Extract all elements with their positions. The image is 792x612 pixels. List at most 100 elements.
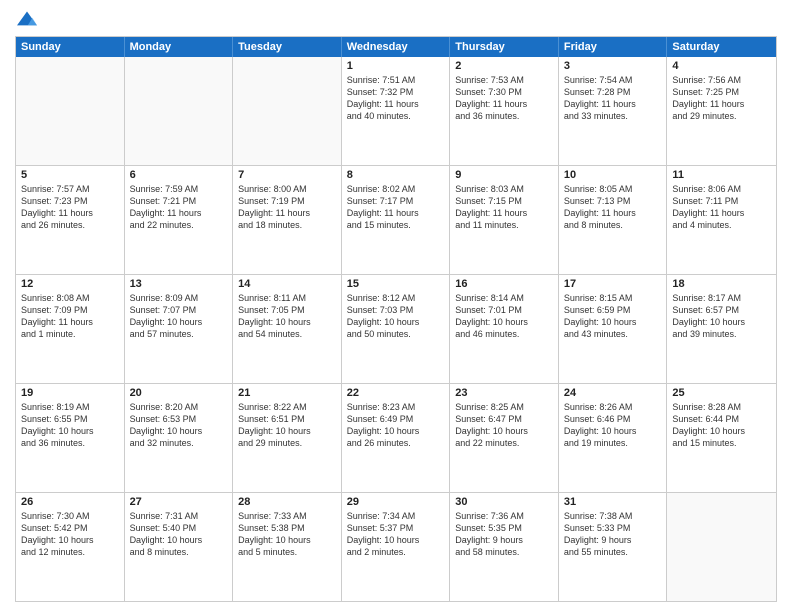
cal-cell-2-4: 16Sunrise: 8:14 AMSunset: 7:01 PMDayligh… bbox=[450, 275, 559, 383]
cell-line: Sunrise: 8:05 AM bbox=[564, 183, 662, 195]
cell-line: and 29 minutes. bbox=[238, 437, 336, 449]
cell-line: and 36 minutes. bbox=[21, 437, 119, 449]
cell-line: Sunrise: 7:31 AM bbox=[130, 510, 228, 522]
cell-line: and 32 minutes. bbox=[130, 437, 228, 449]
cell-line: and 40 minutes. bbox=[347, 110, 445, 122]
day-number: 10 bbox=[564, 169, 662, 181]
cell-line: Daylight: 10 hours bbox=[347, 534, 445, 546]
cell-line: Sunset: 5:38 PM bbox=[238, 522, 336, 534]
cell-line: Daylight: 11 hours bbox=[21, 316, 119, 328]
cell-line: Sunset: 6:55 PM bbox=[21, 413, 119, 425]
cell-line: and 29 minutes. bbox=[672, 110, 771, 122]
cal-cell-2-3: 15Sunrise: 8:12 AMSunset: 7:03 PMDayligh… bbox=[342, 275, 451, 383]
day-number: 9 bbox=[455, 169, 553, 181]
cell-line: Sunrise: 8:02 AM bbox=[347, 183, 445, 195]
header-day-monday: Monday bbox=[125, 37, 234, 57]
cal-cell-0-1 bbox=[125, 57, 234, 165]
day-number: 4 bbox=[672, 60, 771, 72]
calendar-row-4: 26Sunrise: 7:30 AMSunset: 5:42 PMDayligh… bbox=[16, 493, 776, 601]
cell-line: Daylight: 11 hours bbox=[347, 98, 445, 110]
calendar-row-2: 12Sunrise: 8:08 AMSunset: 7:09 PMDayligh… bbox=[16, 275, 776, 384]
cal-cell-4-5: 31Sunrise: 7:38 AMSunset: 5:33 PMDayligh… bbox=[559, 493, 668, 601]
cal-cell-1-2: 7Sunrise: 8:00 AMSunset: 7:19 PMDaylight… bbox=[233, 166, 342, 274]
cell-line: and 19 minutes. bbox=[564, 437, 662, 449]
cell-line: Sunrise: 7:53 AM bbox=[455, 74, 553, 86]
cal-cell-1-4: 9Sunrise: 8:03 AMSunset: 7:15 PMDaylight… bbox=[450, 166, 559, 274]
cell-line: Sunset: 5:37 PM bbox=[347, 522, 445, 534]
header-day-thursday: Thursday bbox=[450, 37, 559, 57]
cal-cell-2-1: 13Sunrise: 8:09 AMSunset: 7:07 PMDayligh… bbox=[125, 275, 234, 383]
cal-cell-4-3: 29Sunrise: 7:34 AMSunset: 5:37 PMDayligh… bbox=[342, 493, 451, 601]
cell-line: Daylight: 11 hours bbox=[21, 207, 119, 219]
cell-line: Sunrise: 8:06 AM bbox=[672, 183, 771, 195]
cell-line: Daylight: 9 hours bbox=[455, 534, 553, 546]
day-number: 22 bbox=[347, 387, 445, 399]
cal-cell-4-4: 30Sunrise: 7:36 AMSunset: 5:35 PMDayligh… bbox=[450, 493, 559, 601]
cell-line: and 26 minutes. bbox=[21, 219, 119, 231]
cal-cell-3-2: 21Sunrise: 8:22 AMSunset: 6:51 PMDayligh… bbox=[233, 384, 342, 492]
cell-line: Sunrise: 8:17 AM bbox=[672, 292, 771, 304]
day-number: 17 bbox=[564, 278, 662, 290]
cell-line: Sunset: 7:19 PM bbox=[238, 195, 336, 207]
day-number: 14 bbox=[238, 278, 336, 290]
cell-line: and 18 minutes. bbox=[238, 219, 336, 231]
header-day-wednesday: Wednesday bbox=[342, 37, 451, 57]
cell-line: Sunset: 6:59 PM bbox=[564, 304, 662, 316]
day-number: 19 bbox=[21, 387, 119, 399]
cell-line: and 1 minute. bbox=[21, 328, 119, 340]
cell-line: Daylight: 11 hours bbox=[238, 207, 336, 219]
cell-line: and 22 minutes. bbox=[130, 219, 228, 231]
cell-line: and 57 minutes. bbox=[130, 328, 228, 340]
cell-line: Daylight: 10 hours bbox=[672, 316, 771, 328]
cal-cell-4-0: 26Sunrise: 7:30 AMSunset: 5:42 PMDayligh… bbox=[16, 493, 125, 601]
day-number: 24 bbox=[564, 387, 662, 399]
day-number: 23 bbox=[455, 387, 553, 399]
cal-cell-3-4: 23Sunrise: 8:25 AMSunset: 6:47 PMDayligh… bbox=[450, 384, 559, 492]
cell-line: and 2 minutes. bbox=[347, 546, 445, 558]
calendar-row-0: 1Sunrise: 7:51 AMSunset: 7:32 PMDaylight… bbox=[16, 57, 776, 166]
cell-line: Sunset: 6:46 PM bbox=[564, 413, 662, 425]
cell-line: Daylight: 10 hours bbox=[130, 425, 228, 437]
cell-line: Sunset: 7:03 PM bbox=[347, 304, 445, 316]
cal-cell-2-6: 18Sunrise: 8:17 AMSunset: 6:57 PMDayligh… bbox=[667, 275, 776, 383]
cell-line: Sunrise: 8:09 AM bbox=[130, 292, 228, 304]
cell-line: Sunrise: 7:30 AM bbox=[21, 510, 119, 522]
cal-cell-3-5: 24Sunrise: 8:26 AMSunset: 6:46 PMDayligh… bbox=[559, 384, 668, 492]
cell-line: Daylight: 11 hours bbox=[130, 207, 228, 219]
logo-icon bbox=[15, 10, 39, 30]
day-number: 20 bbox=[130, 387, 228, 399]
cell-line: Sunset: 5:40 PM bbox=[130, 522, 228, 534]
cal-cell-3-0: 19Sunrise: 8:19 AMSunset: 6:55 PMDayligh… bbox=[16, 384, 125, 492]
cell-line: Sunrise: 8:15 AM bbox=[564, 292, 662, 304]
cell-line: Sunrise: 7:57 AM bbox=[21, 183, 119, 195]
cell-line: Daylight: 10 hours bbox=[672, 425, 771, 437]
cell-line: and 36 minutes. bbox=[455, 110, 553, 122]
day-number: 8 bbox=[347, 169, 445, 181]
day-number: 27 bbox=[130, 496, 228, 508]
day-number: 13 bbox=[130, 278, 228, 290]
cell-line: Sunset: 7:05 PM bbox=[238, 304, 336, 316]
cell-line: Sunset: 7:28 PM bbox=[564, 86, 662, 98]
header-day-friday: Friday bbox=[559, 37, 668, 57]
day-number: 5 bbox=[21, 169, 119, 181]
cell-line: and 33 minutes. bbox=[564, 110, 662, 122]
cell-line: Sunset: 7:13 PM bbox=[564, 195, 662, 207]
cell-line: Sunrise: 7:51 AM bbox=[347, 74, 445, 86]
cell-line: Daylight: 10 hours bbox=[238, 316, 336, 328]
cell-line: Daylight: 11 hours bbox=[455, 98, 553, 110]
cell-line: Daylight: 11 hours bbox=[564, 98, 662, 110]
cal-cell-2-5: 17Sunrise: 8:15 AMSunset: 6:59 PMDayligh… bbox=[559, 275, 668, 383]
day-number: 6 bbox=[130, 169, 228, 181]
cell-line: Sunset: 5:35 PM bbox=[455, 522, 553, 534]
cell-line: and 22 minutes. bbox=[455, 437, 553, 449]
cell-line: Daylight: 10 hours bbox=[455, 316, 553, 328]
cell-line: Daylight: 10 hours bbox=[130, 316, 228, 328]
cal-cell-0-5: 3Sunrise: 7:54 AMSunset: 7:28 PMDaylight… bbox=[559, 57, 668, 165]
cell-line: Daylight: 10 hours bbox=[347, 316, 445, 328]
cell-line: Daylight: 10 hours bbox=[347, 425, 445, 437]
day-number: 1 bbox=[347, 60, 445, 72]
calendar-row-1: 5Sunrise: 7:57 AMSunset: 7:23 PMDaylight… bbox=[16, 166, 776, 275]
cell-line: and 15 minutes. bbox=[672, 437, 771, 449]
cal-cell-2-2: 14Sunrise: 8:11 AMSunset: 7:05 PMDayligh… bbox=[233, 275, 342, 383]
cell-line: Sunrise: 8:00 AM bbox=[238, 183, 336, 195]
